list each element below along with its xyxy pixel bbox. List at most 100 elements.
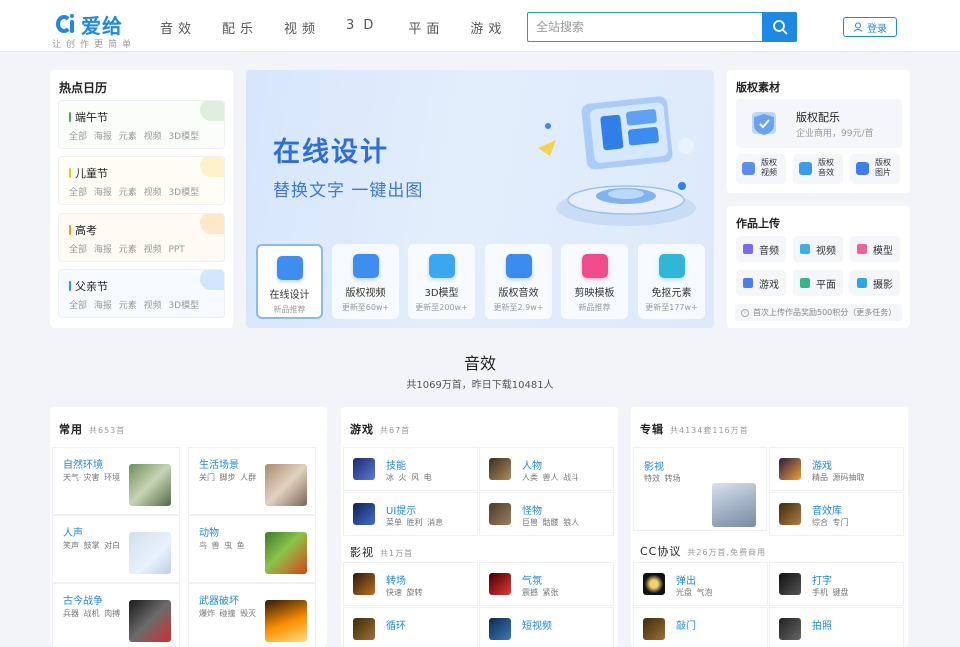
subcategory-thumbnail — [353, 573, 375, 595]
upload-model-button[interactable]: 模型 — [850, 236, 900, 262]
category-name: 人声 — [63, 528, 83, 539]
copyright-music-link[interactable]: 版权配乐 企业商用，99元/首 — [736, 99, 902, 148]
subcategory-thumbnail — [779, 618, 801, 640]
subcategory-tags: 精品 源码抽取 — [812, 473, 865, 482]
film-head: 影视 共1万首 — [350, 544, 413, 560]
sound-category-cell[interactable]: 武器破坏 爆炸 碰撞 毁灭 — [188, 583, 316, 647]
calendar-item-marker — [69, 112, 71, 122]
nav-item-video[interactable]: 视频 — [284, 18, 320, 37]
calendar-item[interactable]: 高考 全部 海报 元素 视频 PPT — [58, 213, 225, 262]
nav-item-sound[interactable]: 音效 — [160, 18, 196, 37]
sound-subcategory-cell[interactable]: 敲门 — [633, 607, 768, 647]
nav-item-game[interactable]: 游戏 — [470, 18, 506, 37]
sound-subcategory-cell[interactable]: 打字 手机 键盘 — [769, 562, 904, 606]
search-button[interactable] — [762, 12, 797, 42]
sound-subcategory-cell[interactable]: 转场 快速 旋转 — [343, 562, 478, 606]
sound-category-cell[interactable]: 动物鸟 兽 虫 鱼 — [188, 515, 316, 583]
sound-subcategory-cell[interactable]: 人物 人类 兽人 战斗 — [479, 447, 614, 491]
upload-note-text: 首次上传作品奖励500积分（更多任务） — [753, 308, 897, 317]
upload-game-button[interactable]: 游戏 — [736, 270, 786, 296]
upload-audio-button[interactable]: 音频 — [736, 236, 786, 262]
sound-subcategory-cell[interactable]: 音效库 综合 专门 — [769, 492, 904, 536]
sound-category-cell[interactable]: 人声 笑声 鼓掌 对白 — [52, 515, 180, 583]
upload-video-button[interactable]: 视频 — [793, 236, 843, 262]
quick-card-copyright-sound[interactable]: 版权音效 更新至2.9w+ — [485, 244, 552, 319]
subcategory-name: 游戏 — [812, 461, 832, 472]
model-icon — [857, 244, 867, 254]
quick-card-3d-model[interactable]: 3D模型 更新至200w+ — [408, 244, 475, 319]
sound-subcategory-cell[interactable]: 技能冰 火 风 电 — [343, 447, 478, 491]
upload-item-label: 游戏 — [759, 279, 779, 291]
upload-card: 作品上传 音频 视频 模型 游戏 平面 摄影 i 首次上传作品奖励500积分（更多任务） — [727, 206, 910, 328]
subcategory-name: 循环 — [386, 621, 406, 632]
section-subtitle: 共1069万首，昨日下载10481人 — [406, 380, 554, 391]
upload-reward-note[interactable]: i 首次上传作品奖励500积分（更多任务） — [735, 304, 902, 321]
banner-subtitle: 替换文字 一键出图 — [273, 181, 424, 201]
category-tags: 关门 脚步 人群 — [199, 473, 257, 482]
calendar-item-marker — [69, 225, 71, 235]
upload-graphic-button[interactable]: 平面 — [793, 270, 843, 296]
quick-card-capcut-template[interactable]: 剪映模板 新品推荐 — [561, 244, 628, 319]
sound-category-cell[interactable]: 古今战争 兵器 战机 肉搏 — [52, 583, 180, 647]
calendar-item-tags: 全部 海报 元素 视频 3D模型 — [69, 132, 200, 142]
capcut-template-icon — [581, 254, 608, 278]
nav-item-music[interactable]: 配乐 — [222, 18, 258, 37]
common-sounds-panel: 常用 共653首 自然环境 天气 灾害 环境 生活场景 关门 脚步 人群 人声 笑声 鼓掌 … — [50, 407, 327, 647]
quick-card-cutout-element[interactable]: 免抠元素 更新至177w+ — [638, 244, 705, 319]
calendar-item-tags: 全部 海报 元素 视频 PPT — [69, 245, 185, 255]
subcategory-tags: 菜单 胜利 消息 — [386, 518, 444, 527]
feature-tags: 特效 转场 — [644, 474, 681, 483]
nav-item-3d[interactable]: 3D — [346, 18, 382, 37]
search-input[interactable] — [528, 13, 763, 41]
sound-subcategory-cell[interactable]: 弹出 光盘 气泡 — [633, 562, 768, 606]
login-button[interactable]: 登录 — [843, 17, 897, 37]
copyright-item-label: 版权图片 — [875, 158, 891, 177]
sound-category-cell[interactable]: 生活场景 关门 脚步 人群 — [188, 447, 316, 515]
online-design-icon — [276, 256, 303, 280]
quick-card-sub: 更新至177w+ — [645, 303, 698, 312]
quick-card-copyright-video[interactable]: 版权视频 更新至60w+ — [332, 244, 399, 319]
sound-subcategory-cell[interactable]: 气氛 震撼 紧张 — [479, 562, 614, 606]
copyright-image-link[interactable]: 版权图片 — [850, 154, 900, 184]
main-banner[interactable]: 在线设计 替换文字 一键出图 在线设计 新品推荐 版权视频 更新至60w+ 3D模型 更新… — [246, 70, 714, 328]
site-logo[interactable]: 爱给 — [56, 10, 123, 39]
feature-name: 影视 — [644, 462, 664, 473]
game-icon — [743, 278, 753, 288]
sound-subcategory-cell[interactable]: 拍照 — [769, 607, 904, 647]
sound-subcategory-cell[interactable]: UI提示 菜单 胜利 消息 — [343, 492, 478, 536]
photo-icon — [857, 278, 867, 288]
sound-category-cell[interactable]: 自然环境 天气 灾害 环境 — [52, 447, 180, 515]
calendar-item[interactable]: 父亲节 全部 海报 元素 视频 3D模型 — [58, 269, 225, 318]
copyright-card: 版权素材 版权配乐 企业商用，99元/首 版权视频 版权音效 版权图片 — [727, 70, 910, 193]
copyright-sound-link[interactable]: 版权音效 — [793, 154, 843, 184]
sound-subcategory-cell[interactable]: 循环 — [343, 607, 478, 647]
copyright-video-link[interactable]: 版权视频 — [736, 154, 786, 184]
subcategory-name: 敲门 — [676, 621, 696, 632]
calendar-item-marker — [69, 168, 71, 178]
sound-subcategory-cell[interactable]: 怪物 巨兽 骷髅 狼人 — [479, 492, 614, 536]
sound-subcategory-cell[interactable]: 短视频 — [479, 607, 614, 647]
subcategory-thumbnail — [643, 618, 665, 640]
film-count: 共1万首 — [380, 549, 414, 558]
shield-music-icon — [752, 112, 776, 135]
video-icon — [800, 244, 810, 254]
quick-card-online-design[interactable]: 在线设计 新品推荐 — [256, 244, 323, 319]
calendar-item[interactable]: 儿童节 全部 海报 元素 视频 3D模型 — [58, 156, 225, 205]
sound-subcategory-cell[interactable]: 游戏 精品 源码抽取 — [769, 447, 904, 491]
login-label: 登录 — [867, 23, 887, 35]
quick-card-label: 3D模型 — [424, 288, 459, 299]
category-tags: 兵器 战机 肉搏 — [63, 609, 121, 618]
upload-item-label: 平面 — [816, 279, 836, 291]
album-feature-film[interactable]: 影视 特效 转场 — [633, 447, 767, 531]
banner-title: 在线设计 — [273, 137, 389, 168]
copyright-image-icon — [856, 162, 869, 175]
nav-item-graphic[interactable]: 平面 — [408, 18, 444, 37]
festival-icon — [200, 214, 224, 234]
calendar-item[interactable]: 端午节 全部 海报 元素 视频 3D模型 — [58, 100, 225, 149]
subcategory-tags: 综合 专门 — [812, 518, 849, 527]
upload-photo-button[interactable]: 摄影 — [850, 270, 900, 296]
calendar-title: 热点日历 — [59, 81, 108, 95]
subcategory-name: 转场 — [386, 576, 406, 587]
category-thumbnail — [265, 600, 307, 642]
subcategory-thumbnail — [779, 573, 801, 595]
